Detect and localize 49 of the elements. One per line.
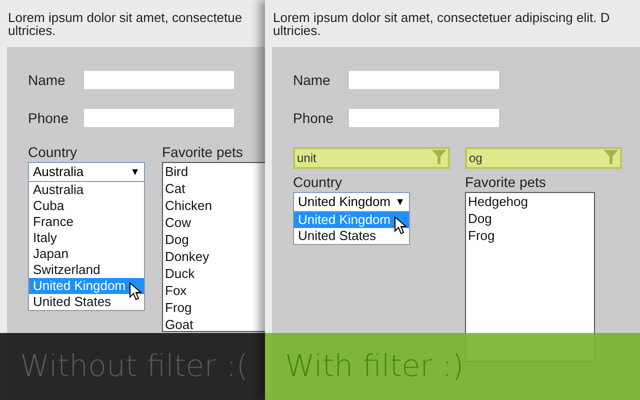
paragraph-line: Lorem ipsum dolor sit amet, consectetuer adipiscing elit. D — [273, 11, 611, 24]
list-item[interactable]: Dog — [165, 231, 265, 248]
mouse-cursor-icon — [129, 282, 142, 301]
caption-text: With filter :) — [285, 348, 464, 386]
country-select[interactable]: United Kingdom ▼ — [293, 192, 410, 212]
filter-icon — [604, 150, 618, 164]
list-item[interactable]: Frog — [468, 227, 594, 244]
dropdown-option[interactable]: United States — [29, 294, 144, 310]
list-item[interactable]: Cow — [165, 214, 265, 231]
mouse-cursor-icon — [394, 216, 407, 235]
caret-icon: ▼ — [130, 164, 140, 180]
dropdown-option[interactable]: Switzerland — [29, 262, 144, 278]
dropdown-option[interactable]: France — [29, 214, 144, 230]
list-item[interactable]: Fox — [165, 282, 265, 299]
field-label: Favorite pets — [162, 144, 244, 160]
dropdown-option[interactable]: Japan — [29, 246, 144, 262]
list-item[interactable]: Donkey — [165, 248, 265, 265]
caret-icon: ▼ — [395, 194, 405, 210]
list-item[interactable]: Bird — [165, 163, 265, 180]
filter-field[interactable]: unit — [293, 147, 450, 169]
filter-icon — [432, 150, 446, 164]
field-label: Favorite pets — [465, 174, 547, 190]
field-label: Country — [28, 144, 78, 160]
list-item[interactable]: Dog — [468, 210, 594, 227]
list-item[interactable]: Goat — [165, 316, 265, 331]
list-item[interactable]: Cat — [165, 180, 265, 197]
text-input[interactable] — [349, 71, 499, 89]
list-item[interactable]: Duck — [165, 265, 265, 282]
filter-field[interactable]: og — [465, 147, 622, 169]
field-label: Phone — [28, 108, 70, 128]
country-select[interactable]: Australia ▼ — [28, 162, 145, 182]
field-label: Name — [28, 70, 66, 90]
list-item[interactable]: Hedgehog — [468, 193, 594, 210]
dropdown-option[interactable]: United States — [294, 228, 409, 244]
field-label: Phone — [293, 108, 334, 128]
text-input[interactable] — [84, 71, 234, 89]
paragraph-line: Lorem ipsum dolor sit amet, consectetue — [8, 11, 244, 24]
text-input[interactable] — [349, 109, 499, 127]
field-label: Country — [293, 174, 344, 190]
dropdown-option[interactable]: Cuba — [29, 198, 144, 214]
dropdown-option[interactable]: Australia — [29, 182, 144, 198]
paragraph-line: ultricies. — [8, 24, 56, 37]
text-input[interactable] — [84, 109, 234, 127]
field-label: Name — [293, 70, 332, 90]
list-item[interactable]: Frog — [165, 299, 265, 316]
paragraph-line: ultricies. — [273, 24, 321, 37]
dropdown-option[interactable]: Italy — [29, 230, 144, 246]
pets-listbox[interactable]: Bird Cat Chicken Cow Dog Donkey Duck Fox Frog Goat — [162, 162, 265, 332]
list-item[interactable]: Chicken — [165, 197, 265, 214]
